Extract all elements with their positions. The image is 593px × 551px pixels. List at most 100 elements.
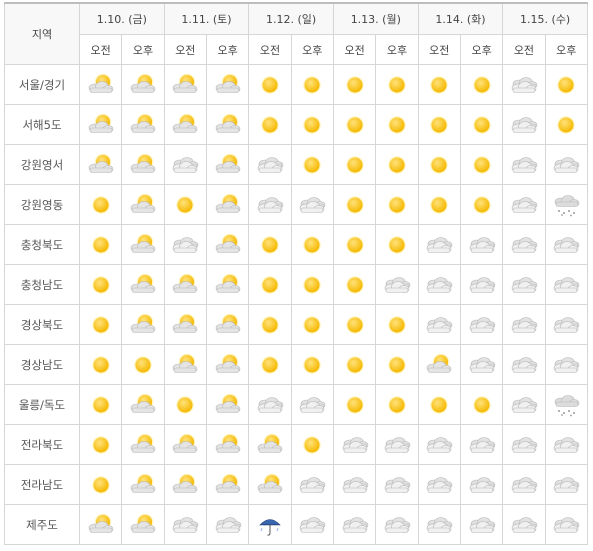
cloudy-icon: [509, 434, 539, 453]
sun-icon: [424, 154, 454, 174]
cloudy-icon: [467, 234, 497, 253]
partly-cloudy-icon: [255, 433, 285, 453]
pm-forecast-cell: [544, 184, 589, 225]
sun-icon: [255, 114, 285, 134]
sun-icon: [170, 394, 200, 414]
pm-forecast-cell: [544, 224, 589, 265]
weekly-forecast-table: 지역 1.10. (금) 1.11. (토) 1.12. (일) 1.13. (…: [4, 2, 589, 545]
cloudy-icon: [170, 154, 200, 173]
pm-forecast-cell: [544, 504, 589, 545]
am-forecast-cell: [502, 104, 546, 145]
cloudy-icon: [551, 314, 581, 333]
sun-icon: [297, 74, 327, 94]
cloudy-icon: [297, 474, 327, 493]
sun-icon: [255, 274, 285, 294]
day-header: 1.10. (금): [79, 2, 165, 35]
cloudy-icon: [382, 274, 412, 293]
cloudy-icon: [467, 514, 497, 533]
cloudy-icon: [509, 514, 539, 533]
am-forecast-cell: [332, 424, 377, 465]
partly-cloudy-icon: [213, 153, 243, 173]
region-name: 울릉/독도: [4, 384, 80, 425]
cloudy-icon: [170, 234, 200, 253]
partly-cloudy-icon: [128, 473, 158, 493]
sun-icon: [424, 194, 454, 214]
am-pm-header-row: 오전 오후 오전 오후 오전 오후 오전 오후 오전 오후 오전 오후: [5, 34, 589, 65]
sun-icon: [340, 194, 370, 214]
am-forecast-cell: [248, 384, 292, 425]
pm-forecast-cell: [459, 464, 504, 505]
pm-forecast-cell: [290, 304, 334, 345]
partly-cloudy-icon: [213, 313, 243, 333]
partly-cloudy-icon: [170, 273, 200, 293]
am-forecast-cell: [332, 344, 377, 385]
sun-icon: [340, 314, 370, 334]
am-forecast-cell: [417, 464, 461, 505]
cloudy-icon: [213, 514, 243, 533]
am-forecast-cell: [417, 304, 461, 345]
pm-forecast-cell: [544, 104, 589, 145]
partly-cloudy-icon: [213, 193, 243, 213]
cloudy-icon: [509, 194, 539, 213]
sun-icon: [382, 234, 412, 254]
sun-icon: [551, 114, 581, 134]
cloudy-icon: [509, 74, 539, 93]
cloudy-icon: [509, 474, 539, 493]
am-forecast-cell: [78, 264, 123, 305]
am-forecast-cell: [248, 504, 292, 545]
snow-cloud-icon: [551, 194, 581, 216]
pm-forecast-cell: [205, 384, 250, 425]
am-forecast-cell: [78, 504, 123, 545]
pm-forecast-cell: [459, 184, 504, 225]
sun-icon: [382, 194, 412, 214]
pm-forecast-cell: [459, 344, 504, 385]
cloudy-icon: [297, 514, 327, 533]
pm-forecast-cell: [290, 424, 334, 465]
partly-cloudy-icon: [424, 353, 454, 373]
am-forecast-cell: [163, 424, 207, 465]
partly-cloudy-icon: [213, 113, 243, 133]
pm-header: 오후: [290, 34, 334, 65]
pm-forecast-cell: [290, 264, 334, 305]
am-forecast-cell: [502, 144, 546, 185]
pm-forecast-cell: [205, 184, 250, 225]
am-forecast-cell: [78, 464, 123, 505]
table-row: 울릉/독도: [4, 384, 589, 425]
pm-forecast-cell: [544, 64, 589, 105]
sun-icon: [86, 314, 116, 334]
am-forecast-cell: [163, 384, 207, 425]
partly-cloudy-icon: [170, 433, 200, 453]
am-forecast-cell: [248, 464, 292, 505]
table-row: 충청북도: [4, 224, 589, 265]
day-header: 1.15. (수): [502, 2, 588, 35]
pm-forecast-cell: [459, 424, 504, 465]
pm-forecast-cell: [121, 424, 165, 465]
am-forecast-cell: [332, 464, 377, 505]
sun-icon: [297, 154, 327, 174]
pm-header: 오후: [375, 34, 419, 65]
partly-cloudy-icon: [128, 433, 158, 453]
pm-header: 오후: [459, 34, 504, 65]
pm-forecast-cell: [205, 224, 250, 265]
cloudy-icon: [551, 354, 581, 373]
cloudy-icon: [340, 514, 370, 533]
partly-cloudy-icon: [213, 353, 243, 373]
cloudy-icon: [424, 234, 454, 253]
am-header: 오전: [417, 34, 461, 65]
pm-forecast-cell: [205, 264, 250, 305]
pm-forecast-cell: [121, 304, 165, 345]
table-row: 서울/경기: [4, 64, 589, 105]
am-forecast-cell: [502, 64, 546, 105]
sun-icon: [424, 114, 454, 134]
am-forecast-cell: [502, 464, 546, 505]
am-header: 오전: [163, 34, 207, 65]
am-forecast-cell: [248, 424, 292, 465]
partly-cloudy-icon: [128, 153, 158, 173]
partly-cloudy-icon: [128, 313, 158, 333]
pm-forecast-cell: [290, 224, 334, 265]
table-row: 제주도: [4, 504, 589, 545]
pm-forecast-cell: [459, 384, 504, 425]
pm-forecast-cell: [375, 344, 419, 385]
am-forecast-cell: [248, 224, 292, 265]
partly-cloudy-icon: [213, 393, 243, 413]
